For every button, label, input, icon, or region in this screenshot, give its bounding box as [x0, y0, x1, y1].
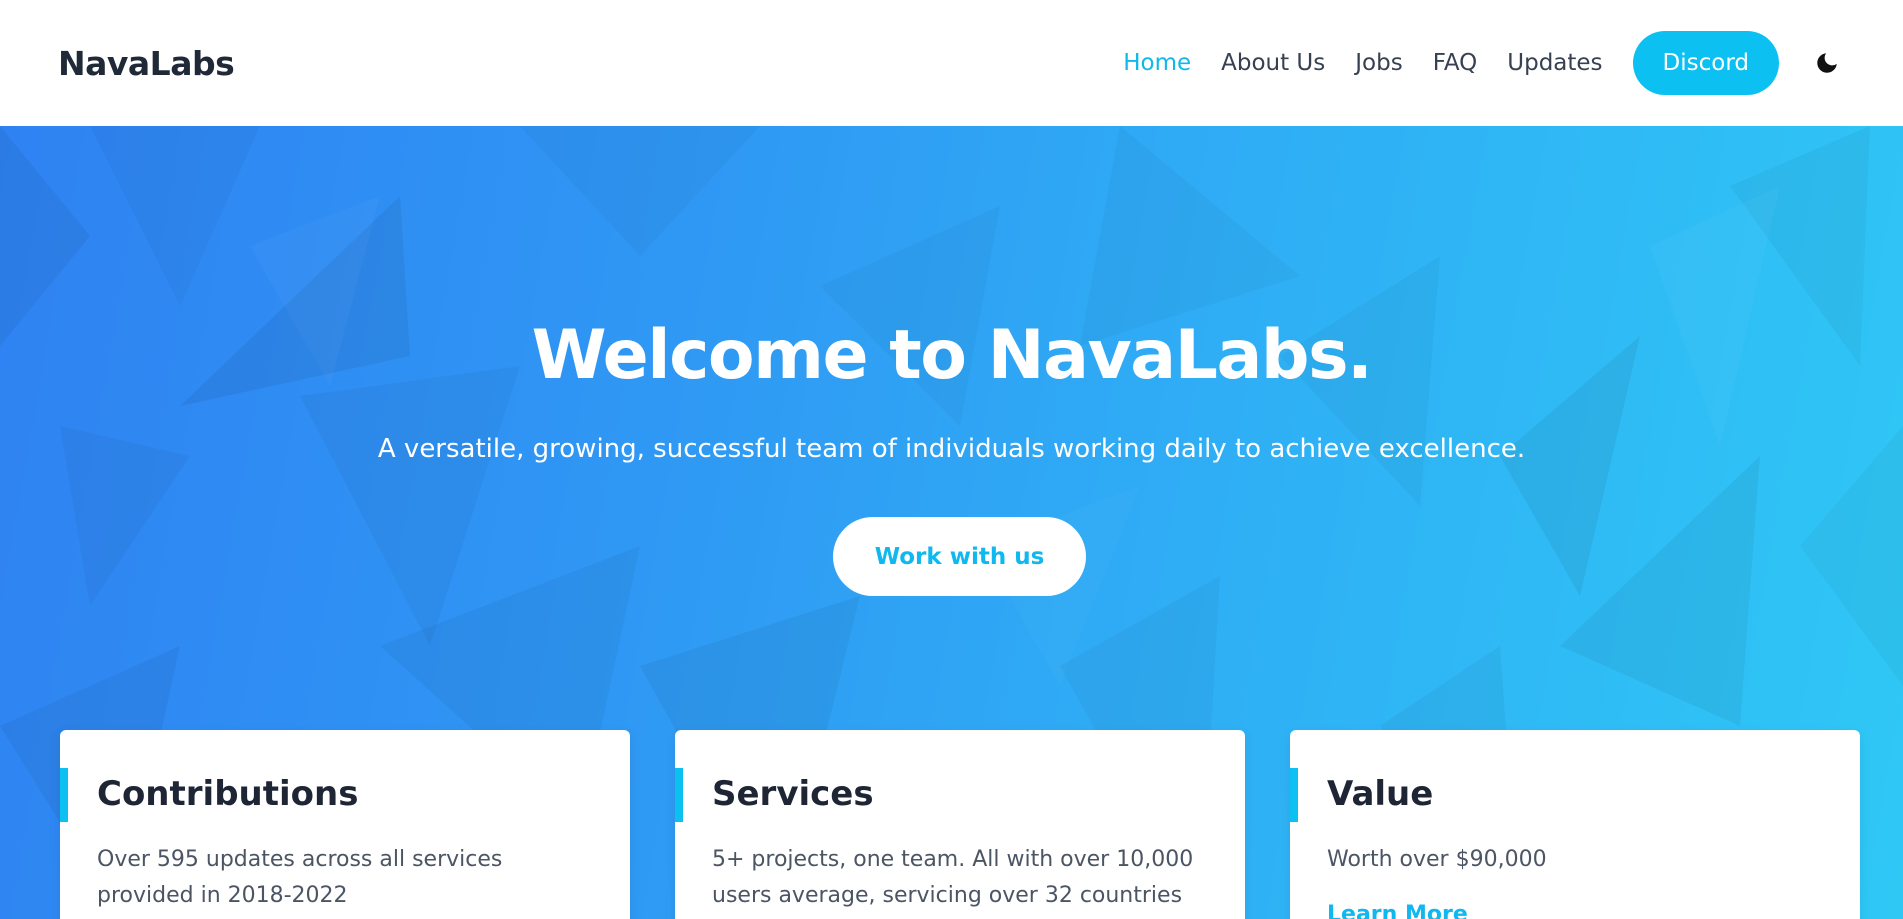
- hero-subtitle: A versatile, growing, successful team of…: [377, 434, 1526, 464]
- card-value: Value Worth over $90,000 Learn More: [1290, 730, 1860, 919]
- card-text: 5+ projects, one team. All with over 10,…: [712, 847, 1194, 908]
- work-with-us-button[interactable]: Work with us: [833, 517, 1086, 596]
- moon-icon-svg: [1817, 53, 1837, 73]
- card-accent-bar: [60, 768, 68, 822]
- moon-icon[interactable]: [1809, 45, 1845, 81]
- card-title: Services: [712, 774, 874, 814]
- discord-button[interactable]: Discord: [1632, 31, 1779, 95]
- hero-title: Welcome to NavaLabs.: [531, 316, 1373, 395]
- card-accent-bar: [1290, 768, 1298, 822]
- card-text: Over 595 updates across all services pro…: [97, 847, 503, 908]
- card-title: Value: [1327, 774, 1434, 814]
- card-title: Contributions: [97, 774, 359, 814]
- nav-link-faq[interactable]: FAQ: [1433, 50, 1478, 76]
- nav-link-jobs[interactable]: Jobs: [1355, 50, 1402, 76]
- card-text: Worth over $90,000: [1327, 847, 1547, 872]
- card-accent-bar: [675, 768, 683, 822]
- nav-link-home[interactable]: Home: [1123, 50, 1191, 76]
- card-contributions: Contributions Over 595 updates across al…: [60, 730, 630, 919]
- navbar: NavaLabs Home About Us Jobs FAQ Updates …: [0, 0, 1903, 126]
- main-nav: Home About Us Jobs FAQ Updates Discord: [1093, 31, 1845, 95]
- brand-logo[interactable]: NavaLabs: [58, 44, 235, 83]
- card-services: Services 5+ projects, one team. All with…: [675, 730, 1245, 919]
- nav-link-about-us[interactable]: About Us: [1221, 50, 1325, 76]
- learn-more-link[interactable]: Learn More: [1327, 902, 1468, 919]
- nav-link-updates[interactable]: Updates: [1507, 50, 1602, 76]
